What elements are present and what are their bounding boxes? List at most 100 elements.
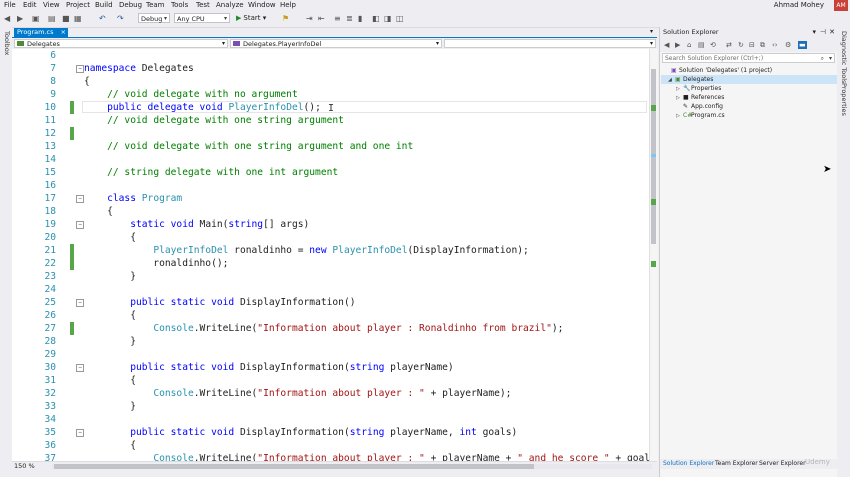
open-file-icon[interactable]: ▤ bbox=[48, 14, 56, 24]
code-line[interactable]: 19 − static void Main(string[] args) bbox=[12, 218, 649, 231]
code-line[interactable]: 18 { bbox=[12, 205, 649, 218]
collapse-icon[interactable]: − bbox=[76, 429, 84, 437]
collapsed-arrow-icon[interactable]: ▷ bbox=[676, 112, 683, 121]
tree-item-program-cs[interactable]: ▷ C#Program.cs bbox=[676, 111, 725, 120]
collapse-icon[interactable]: − bbox=[76, 364, 84, 372]
new-project-icon[interactable]: ▣ bbox=[32, 14, 40, 24]
menu-project[interactable]: Project bbox=[66, 1, 90, 9]
code-line[interactable]: 11 // void delegate with one string argu… bbox=[12, 114, 649, 127]
user-name[interactable]: Ahmad Mohey bbox=[774, 1, 824, 9]
collapse-all-icon[interactable]: ⊟ bbox=[749, 41, 755, 49]
collapse-icon[interactable]: − bbox=[76, 195, 84, 203]
menu-view[interactable]: View bbox=[43, 1, 60, 9]
back-icon[interactable]: ◀ bbox=[4, 14, 10, 24]
forward-icon[interactable]: ▶ bbox=[17, 14, 23, 24]
collapse-icon[interactable]: − bbox=[76, 221, 84, 229]
code-line[interactable]: 26 { bbox=[12, 309, 649, 322]
code-line[interactable]: 22 ronaldinho(); bbox=[12, 257, 649, 270]
member-select[interactable]: ▾ bbox=[444, 39, 656, 48]
code-line[interactable]: 17 − class Program bbox=[12, 192, 649, 205]
code-line[interactable]: 7 − namespace Delegates bbox=[12, 62, 649, 75]
menu-tools[interactable]: Tools bbox=[171, 1, 188, 9]
tab-server-explorer[interactable]: Server Explorer bbox=[759, 459, 806, 469]
sync-icon[interactable]: ⇄ bbox=[726, 41, 732, 49]
project-select[interactable]: Delegates ▾ bbox=[14, 39, 228, 48]
code-line[interactable]: 30 − public static void DisplayInformatio… bbox=[12, 361, 649, 374]
save-icon[interactable]: ■ bbox=[62, 14, 70, 24]
view-code-icon[interactable]: ‹› bbox=[772, 41, 778, 49]
preview-icon[interactable]: ▬ bbox=[798, 41, 807, 49]
code-line[interactable]: 37 Console.WriteLine("Information about … bbox=[12, 452, 649, 461]
close-icon[interactable]: ✕ bbox=[829, 27, 835, 38]
bookmark-icon[interactable]: ▮ bbox=[358, 14, 362, 24]
menu-debug[interactable]: Debug bbox=[119, 1, 142, 9]
forward-icon[interactable]: ▶ bbox=[675, 41, 680, 49]
code-line[interactable]: 13 // void delegate with one string argu… bbox=[12, 140, 649, 153]
code-line[interactable]: 31 { bbox=[12, 374, 649, 387]
scroll-thumb[interactable] bbox=[54, 464, 534, 469]
expanded-arrow-icon[interactable]: ◢ bbox=[668, 76, 675, 85]
tab-program-cs[interactable]: Program.cs × bbox=[14, 28, 68, 37]
menu-file[interactable]: File bbox=[4, 1, 16, 9]
code-line[interactable]: 12 bbox=[12, 127, 649, 140]
menu-build[interactable]: Build bbox=[95, 1, 113, 9]
menu-analyze[interactable]: Analyze bbox=[216, 1, 244, 9]
code-line[interactable]: 34 bbox=[12, 413, 649, 426]
properties-icon[interactable]: ⚙ bbox=[785, 41, 791, 49]
code-line[interactable]: 32 Console.WriteLine("Information about … bbox=[12, 387, 649, 400]
type-select[interactable]: Delegates.PlayerInfoDel ▾ bbox=[230, 39, 442, 48]
refresh-icon[interactable]: ↻ bbox=[738, 41, 744, 49]
code-line[interactable]: 24 bbox=[12, 283, 649, 296]
chevron-down-icon[interactable]: ▾ bbox=[650, 28, 653, 35]
back-icon[interactable]: ◀ bbox=[664, 41, 669, 49]
code-line[interactable]: 29 bbox=[12, 348, 649, 361]
pin-icon[interactable]: ⊣ bbox=[820, 27, 826, 38]
code-line[interactable]: 14 bbox=[12, 153, 649, 166]
search-icon[interactable]: ⌕ bbox=[821, 54, 824, 63]
solution-platform-select[interactable]: Any CPU ▾ bbox=[174, 13, 230, 23]
tree-item-properties[interactable]: ▷ 🔧Properties bbox=[676, 84, 721, 93]
avatar[interactable]: AM bbox=[834, 0, 848, 11]
code-line[interactable]: 6 bbox=[12, 49, 649, 62]
tree-item-project[interactable]: ◢ ▣ Delegates bbox=[661, 75, 837, 84]
code-line[interactable]: 15 // string delegate with one int argum… bbox=[12, 166, 649, 179]
menu-edit[interactable]: Edit bbox=[23, 1, 37, 9]
code-line[interactable]: 21 PlayerInfoDel ronaldinho = new Player… bbox=[12, 244, 649, 257]
solution-configuration-select[interactable]: Debug ▾ bbox=[138, 13, 170, 23]
show-all-files-icon[interactable]: ⧉ bbox=[760, 41, 765, 50]
code-line[interactable]: 8{ bbox=[12, 75, 649, 88]
browse-icon[interactable]: ⚑ bbox=[282, 14, 289, 24]
tab-team-explorer[interactable]: Team Explorer bbox=[715, 459, 758, 469]
code-line[interactable]: 20 { bbox=[12, 231, 649, 244]
undo-icon[interactable]: ↶ bbox=[99, 14, 106, 24]
clear-bookmark-icon[interactable]: ◫ bbox=[396, 14, 404, 24]
menu-test[interactable]: Test bbox=[196, 1, 210, 9]
redo-icon[interactable]: ↷ bbox=[117, 14, 124, 24]
save-all-icon[interactable]: ▦ bbox=[74, 14, 82, 24]
switch-views-icon[interactable]: ▤ bbox=[698, 41, 705, 49]
toolbox-tab[interactable]: Toolbox bbox=[3, 31, 11, 55]
indent-icon[interactable]: ⇤ bbox=[318, 14, 325, 24]
code-line[interactable]: 23 } bbox=[12, 270, 649, 283]
menu-window[interactable]: Window bbox=[248, 1, 276, 9]
collapse-icon[interactable]: − bbox=[76, 65, 84, 73]
code-line[interactable]: 25 − public static void DisplayInformatio… bbox=[12, 296, 649, 309]
solution-explorer-search[interactable]: Search Solution Explorer (Ctrl+;) ⌕ ▾ bbox=[662, 53, 835, 63]
close-icon[interactable]: × bbox=[61, 28, 66, 37]
code-line[interactable]: 16 bbox=[12, 179, 649, 192]
collapse-icon[interactable]: − bbox=[76, 299, 84, 307]
step-icon[interactable]: ⇥ bbox=[306, 14, 313, 24]
chevron-down-icon[interactable]: ▾ bbox=[829, 54, 832, 63]
dropdown-icon[interactable]: ▾ bbox=[812, 27, 816, 38]
next-bookmark-icon[interactable]: ◨ bbox=[384, 14, 392, 24]
prev-bookmark-icon[interactable]: ◧ bbox=[372, 14, 380, 24]
tab-solution-explorer[interactable]: Solution Explorer bbox=[663, 459, 714, 469]
pending-changes-icon[interactable]: ⟲ bbox=[710, 41, 716, 49]
home-icon[interactable]: ⌂ bbox=[687, 41, 691, 49]
code-line[interactable]: 9 // void delegate with no argument bbox=[12, 88, 649, 101]
menu-team[interactable]: Team bbox=[146, 1, 165, 9]
diagnostic-tools-tab[interactable]: Diagnostic Tools bbox=[840, 31, 848, 83]
menu-help[interactable]: Help bbox=[280, 1, 296, 9]
code-line[interactable]: 27 Console.WriteLine("Information about … bbox=[12, 322, 649, 335]
code-line[interactable]: 33 } bbox=[12, 400, 649, 413]
